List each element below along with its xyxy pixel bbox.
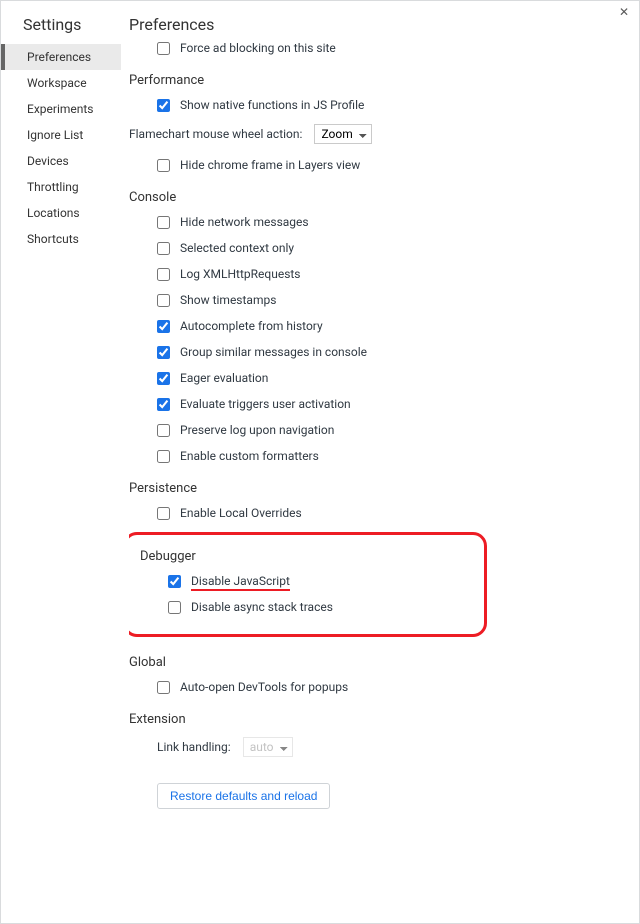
checkbox-group-similar-messages-in-console[interactable] [157, 346, 170, 359]
checkbox-selected-context-only[interactable] [157, 242, 170, 255]
page-title: Preferences [129, 9, 639, 44]
opt-native-functions: Show native functions in JS Profile [157, 98, 627, 112]
checkbox-evaluate-triggers-user-activation[interactable] [157, 398, 170, 411]
sidebar-tab-throttling[interactable]: Throttling [1, 174, 121, 200]
section-persistence: Persistence [129, 481, 627, 496]
label-hide-chrome-frame: Hide chrome frame in Layers view [180, 158, 360, 172]
section-global: Global [129, 655, 627, 670]
opt-enable-custom-formatters: Enable custom formatters [157, 449, 627, 463]
opt-preserve-log-upon-navigation: Preserve log upon navigation [157, 423, 627, 437]
section-console: Console [129, 190, 627, 205]
checkbox-enable-custom-formatters[interactable] [157, 450, 170, 463]
sidebar-tab-shortcuts[interactable]: Shortcuts [1, 226, 121, 252]
sidebar-tab-ignore-list[interactable]: Ignore List [1, 122, 121, 148]
opt-disable-javascript: Disable JavaScript [168, 574, 470, 588]
label-show-timestamps: Show timestamps [180, 293, 276, 307]
opt-selected-context-only: Selected context only [157, 241, 627, 255]
label-link-handling: Link handling: [157, 740, 231, 754]
checkbox-autocomplete-from-history[interactable] [157, 320, 170, 333]
label-preserve-log-upon-navigation: Preserve log upon navigation [180, 423, 334, 437]
checkbox-hide-network-messages[interactable] [157, 216, 170, 229]
highlight-box-debugger: Debugger Disable JavaScript Disable asyn… [129, 532, 487, 637]
label-evaluate-triggers-user-activation: Evaluate triggers user activation [180, 397, 351, 411]
sidebar-tab-locations[interactable]: Locations [1, 200, 121, 226]
sidebar: Settings PreferencesWorkspaceExperiments… [1, 1, 121, 923]
section-performance: Performance [129, 73, 627, 88]
opt-group-similar-messages-in-console: Group similar messages in console [157, 345, 627, 359]
label-force-ad-blocking: Force ad blocking on this site [180, 41, 336, 55]
sidebar-tab-preferences[interactable]: Preferences [1, 44, 121, 70]
sidebar-tab-experiments[interactable]: Experiments [1, 96, 121, 122]
opt-auto-open-devtools: Auto-open DevTools for popups [157, 680, 627, 694]
checkbox-eager-evaluation[interactable] [157, 372, 170, 385]
label-disable-async-stack: Disable async stack traces [191, 600, 333, 614]
label-flamechart-wheel: Flamechart mouse wheel action: [129, 127, 302, 141]
preferences-scroll[interactable]: Force ad blocking on this site Performan… [129, 41, 631, 921]
checkbox-preserve-log-upon-navigation[interactable] [157, 424, 170, 437]
opt-show-timestamps: Show timestamps [157, 293, 627, 307]
sidebar-tab-workspace[interactable]: Workspace [1, 70, 121, 96]
checkbox-disable-async-stack[interactable] [168, 601, 181, 614]
checkbox-local-overrides[interactable] [157, 507, 170, 520]
restore-defaults-button[interactable]: Restore defaults and reload [157, 783, 330, 809]
label-local-overrides: Enable Local Overrides [180, 506, 302, 520]
label-enable-custom-formatters: Enable custom formatters [180, 449, 319, 463]
label-hide-network-messages: Hide network messages [180, 215, 309, 229]
checkbox-hide-chrome-frame[interactable] [157, 159, 170, 172]
opt-eager-evaluation: Eager evaluation [157, 371, 627, 385]
checkbox-disable-javascript[interactable] [168, 575, 181, 588]
select-flamechart-wheel[interactable]: Zoom [314, 124, 372, 144]
section-debugger: Debugger [140, 549, 470, 564]
label-autocomplete-from-history: Autocomplete from history [180, 319, 323, 333]
label-eager-evaluation: Eager evaluation [180, 371, 268, 385]
checkbox-show-timestamps[interactable] [157, 294, 170, 307]
row-link-handling: Link handling: auto [157, 737, 627, 757]
sidebar-tab-devices[interactable]: Devices [1, 148, 121, 174]
label-auto-open-devtools: Auto-open DevTools for popups [180, 680, 348, 694]
select-link-handling: auto [243, 737, 293, 757]
checkbox-log-xmlhttprequests[interactable] [157, 268, 170, 281]
label-disable-javascript: Disable JavaScript [191, 574, 290, 588]
checkbox-native-functions[interactable] [157, 99, 170, 112]
opt-force-ad-blocking: Force ad blocking on this site [157, 41, 627, 55]
sidebar-title: Settings [1, 9, 121, 44]
opt-hide-chrome-frame: Hide chrome frame in Layers view [157, 158, 627, 172]
label-log-xmlhttprequests: Log XMLHttpRequests [180, 267, 301, 281]
opt-hide-network-messages: Hide network messages [157, 215, 627, 229]
checkbox-force-ad-blocking[interactable] [157, 42, 170, 55]
label-native-functions: Show native functions in JS Profile [180, 98, 364, 112]
opt-autocomplete-from-history: Autocomplete from history [157, 319, 627, 333]
label-group-similar-messages-in-console: Group similar messages in console [180, 345, 367, 359]
opt-local-overrides: Enable Local Overrides [157, 506, 627, 520]
main-panel: Preferences Force ad blocking on this si… [121, 1, 639, 923]
opt-log-xmlhttprequests: Log XMLHttpRequests [157, 267, 627, 281]
row-flamechart-wheel: Flamechart mouse wheel action: Zoom [129, 124, 627, 144]
label-selected-context-only: Selected context only [180, 241, 294, 255]
checkbox-auto-open-devtools[interactable] [157, 681, 170, 694]
opt-disable-async-stack: Disable async stack traces [168, 600, 470, 614]
section-extension: Extension [129, 712, 627, 727]
opt-evaluate-triggers-user-activation: Evaluate triggers user activation [157, 397, 627, 411]
